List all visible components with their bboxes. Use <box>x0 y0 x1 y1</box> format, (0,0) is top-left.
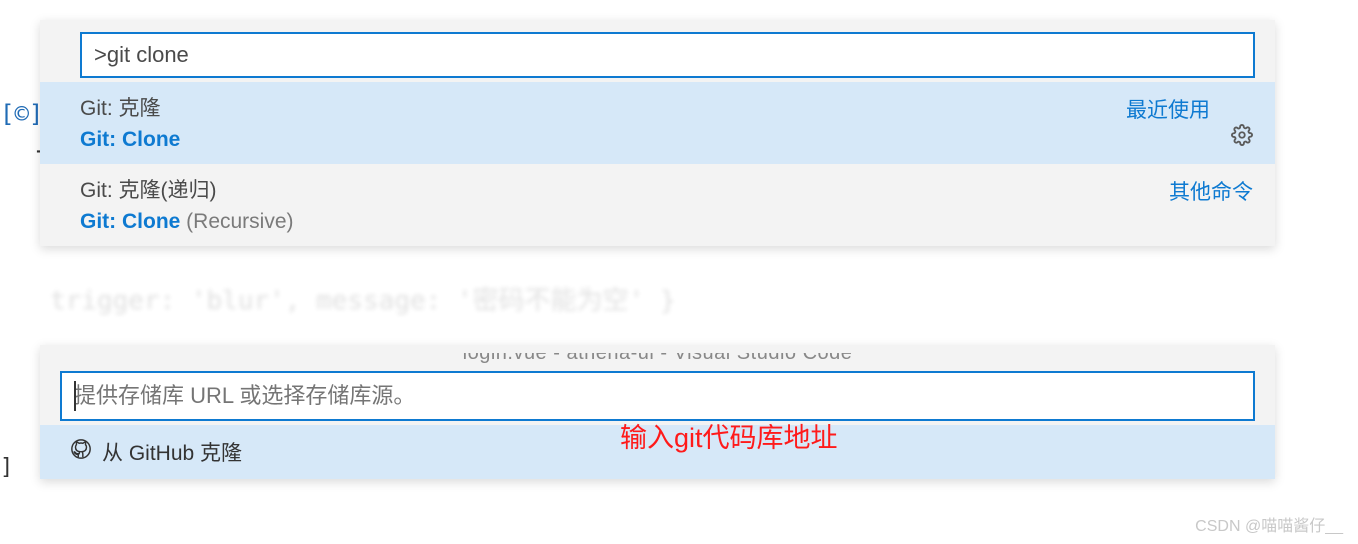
window-title: login.vue - athena-ui - Visual Studio Co… <box>40 353 1275 365</box>
clone-option-label: 从 GitHub 克隆 <box>102 437 242 467</box>
editor-background-code: trigger: 'blur', message: '密码不能为空' } <box>50 280 676 317</box>
github-icon <box>70 438 92 466</box>
annotation-text: 输入git代码库地址 <box>620 416 838 455</box>
repo-url-input[interactable] <box>74 383 1241 409</box>
command-palette: Git: 克隆 Git: Clone 最近使用 Git: 克隆(递归) Git:… <box>40 20 1275 246</box>
command-input-wrapper[interactable] <box>80 32 1255 78</box>
text-cursor <box>74 381 76 411</box>
editor-background-fragment: [©] <box>0 100 43 128</box>
command-result-list: Git: 克隆 Git: Clone 最近使用 Git: 克隆(递归) Git:… <box>40 82 1275 246</box>
command-result-title: Git: 克隆 <box>80 92 1255 122</box>
url-input-wrapper[interactable] <box>60 371 1255 421</box>
editor-background-fragment: ] <box>0 455 13 480</box>
watermark-text: CSDN @喵喵酱仔__ <box>1195 512 1343 536</box>
command-result-title: Git: 克隆(递归) <box>80 174 1255 204</box>
gear-icon[interactable] <box>1231 124 1253 151</box>
command-result-item[interactable]: Git: 克隆(递归) Git: Clone (Recursive) 其他命令 <box>40 164 1275 246</box>
command-result-subtitle: Git: Clone <box>80 128 1255 152</box>
command-result-item[interactable]: Git: 克隆 Git: Clone 最近使用 <box>40 82 1275 164</box>
recent-used-label: 最近使用 <box>1126 94 1210 124</box>
command-input[interactable] <box>94 42 1241 68</box>
clone-url-panel: login.vue - athena-ui - Visual Studio Co… <box>40 345 1275 479</box>
command-result-subtitle: Git: Clone (Recursive) <box>80 210 1255 234</box>
other-commands-label: 其他命令 <box>1169 176 1253 206</box>
